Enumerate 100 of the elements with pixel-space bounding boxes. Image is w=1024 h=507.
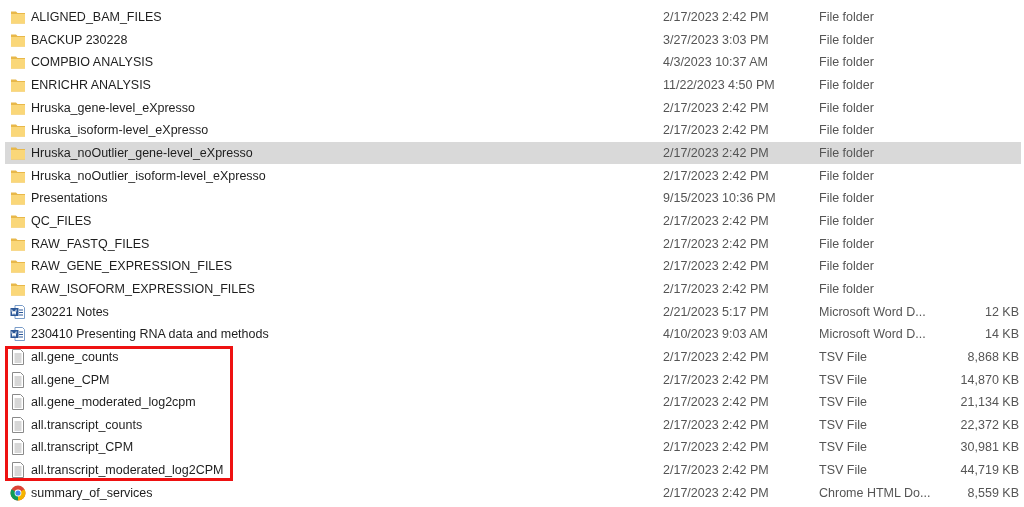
file-type: File folder — [819, 213, 875, 228]
file-type: TSV File — [819, 395, 868, 410]
file-size: 12 KB — [984, 304, 1019, 319]
file-row[interactable]: RAW_FASTQ_FILES 2/17/2023 2:42 PM File folder — [5, 232, 1021, 255]
date-modified: 2/17/2023 2:42 PM — [663, 10, 770, 24]
file-name: BACKUP 230228 — [31, 32, 129, 47]
file-name: Hruska_gene-level_eXpresso — [31, 100, 196, 115]
file-row[interactable]: summary_of_services 2/17/2023 2:42 PM Chrome HTML Do... 8,559 KB — [5, 481, 1021, 505]
text-file-icon — [10, 439, 26, 456]
file-row[interactable]: Hruska_noOutlier_isoform-level_eXpresso 2/17/2023 2:42 PM File folder — [5, 164, 1021, 187]
date-modified: 2/17/2023 2:42 PM — [663, 417, 770, 432]
file-row[interactable]: RAW_ISOFORM_EXPRESSION_FILES 2/17/2023 2:42 PM File folder — [5, 277, 1021, 301]
file-name: Presentations — [31, 191, 109, 206]
file-type: File folder — [819, 55, 875, 70]
file-row[interactable]: BACKUP 230228 3/27/2023 3:03 PM File folder — [5, 28, 1021, 51]
text-file-icon — [10, 462, 26, 479]
file-type: File folder — [819, 32, 875, 47]
file-size: 30,981 KB — [960, 440, 1019, 455]
file-row[interactable]: ALIGNED_BAM_FILES 2/17/2023 2:42 PM File folder — [5, 5, 1021, 29]
date-modified: 3/27/2023 3:03 PM — [663, 32, 770, 47]
date-modified: 2/17/2023 2:42 PM — [663, 395, 770, 410]
text-file-icon — [10, 348, 26, 365]
file-name: all.gene_moderated_log2cpm — [31, 395, 197, 410]
file-row[interactable]: all.transcript_counts 2/17/2023 2:42 PM TSV File 22,372 KB — [5, 413, 1021, 437]
file-name: summary_of_services — [31, 485, 154, 500]
file-name: RAW_ISOFORM_EXPRESSION_FILES — [31, 281, 256, 296]
file-row[interactable]: 230410 Presenting RNA data and methods 4/10/2023 9:03 AM Microsoft Word D... 14 KB — [5, 322, 1021, 346]
file-row[interactable]: 230221 Notes 2/21/2023 5:17 PM Microsoft Word D... 12 KB — [5, 300, 1021, 323]
file-name: all.transcript_CPM — [31, 440, 135, 455]
file-type: File folder — [819, 191, 875, 206]
date-modified: 2/17/2023 2:42 PM — [663, 145, 770, 160]
date-modified: 2/17/2023 2:42 PM — [663, 440, 770, 455]
file-type: Chrome HTML Do... — [819, 485, 932, 500]
file-row[interactable]: RAW_GENE_EXPRESSION_FILES 2/17/2023 2:42 PM File folder — [5, 254, 1021, 278]
chrome-icon — [10, 484, 26, 501]
file-name: all.transcript_counts — [31, 417, 144, 432]
file-type: Microsoft Word D... — [819, 304, 927, 319]
file-name: ALIGNED_BAM_FILES — [31, 10, 163, 24]
file-name: Hruska_isoform-level_eXpresso — [31, 123, 210, 138]
file-row[interactable]: all.transcript_CPM 2/17/2023 2:42 PM TSV File 30,981 KB — [5, 436, 1021, 459]
file-row[interactable]: Hruska_gene-level_eXpresso 2/17/2023 2:42 PM File folder — [5, 96, 1021, 119]
file-name: QC_FILES — [31, 213, 93, 228]
file-type: File folder — [819, 168, 875, 183]
date-modified: 9/15/2023 10:36 PM — [663, 191, 777, 206]
word-document-icon — [10, 303, 26, 320]
date-modified: 2/17/2023 2:42 PM — [663, 100, 770, 115]
file-type: File folder — [819, 145, 875, 160]
file-type: TSV File — [819, 463, 868, 478]
file-name: Hruska_noOutlier_gene-level_eXpresso — [31, 145, 254, 160]
file-type: File folder — [819, 281, 875, 296]
date-modified: 11/22/2023 4:50 PM — [663, 78, 776, 92]
date-modified: 2/17/2023 2:42 PM — [663, 236, 770, 251]
file-type: TSV File — [819, 349, 868, 364]
date-modified: 4/3/2023 10:37 AM — [663, 55, 769, 70]
folder-icon — [10, 9, 26, 25]
text-file-icon — [10, 371, 26, 388]
date-modified: 2/17/2023 2:42 PM — [663, 372, 770, 387]
date-modified: 2/17/2023 2:42 PM — [663, 281, 770, 296]
file-name: 230410 Presenting RNA data and methods — [31, 327, 270, 342]
date-modified: 2/17/2023 2:42 PM — [663, 485, 770, 500]
file-name: all.gene_counts — [31, 349, 120, 364]
file-row[interactable]: ENRICHR ANALYSIS 11/22/2023 4:50 PM File folder — [5, 73, 1021, 97]
file-size: 22,372 KB — [960, 417, 1019, 432]
file-type: File folder — [819, 259, 875, 274]
file-type: Microsoft Word D... — [819, 327, 927, 342]
folder-icon — [10, 122, 26, 139]
file-row[interactable]: COMPBIO ANALYSIS 4/3/2023 10:37 AM File folder — [5, 51, 1021, 74]
date-modified: 2/17/2023 2:42 PM — [663, 123, 770, 138]
file-size: 44,719 KB — [960, 463, 1019, 478]
file-size: 14,870 KB — [960, 372, 1019, 387]
word-document-icon — [10, 326, 26, 343]
file-name: Hruska_noOutlier_isoform-level_eXpresso — [31, 168, 267, 183]
date-modified: 2/17/2023 2:42 PM — [663, 168, 770, 183]
file-type: File folder — [819, 100, 875, 115]
file-size: 21,134 KB — [960, 395, 1019, 410]
file-type: TSV File — [819, 440, 868, 455]
file-type: File folder — [819, 236, 875, 251]
text-file-icon — [10, 394, 26, 411]
file-size: 14 KB — [984, 327, 1019, 342]
file-size: 8,868 KB — [967, 349, 1019, 364]
date-modified: 4/10/2023 9:03 AM — [663, 327, 769, 342]
file-name: ENRICHR ANALYSIS — [31, 78, 152, 92]
file-type: File folder — [819, 123, 875, 138]
file-row[interactable]: all.gene_counts 2/17/2023 2:42 PM TSV File 8,868 KB — [5, 345, 1021, 369]
file-row[interactable]: all.gene_CPM 2/17/2023 2:42 PM TSV File 14,870 KB — [5, 368, 1021, 391]
file-name: COMPBIO ANALYSIS — [31, 55, 155, 70]
file-name: all.gene_CPM — [31, 372, 111, 387]
date-modified: 2/17/2023 2:42 PM — [663, 463, 770, 478]
file-row[interactable]: all.gene_moderated_log2cpm 2/17/2023 2:42 PM TSV File 21,134 KB — [5, 390, 1021, 414]
file-type: File folder — [819, 78, 875, 92]
file-row[interactable]: QC_FILES 2/17/2023 2:42 PM File folder — [5, 209, 1021, 233]
file-size: 8,559 KB — [967, 485, 1019, 500]
text-file-icon — [10, 416, 26, 433]
file-row-selected[interactable]: Hruska_noOutlier_gene-level_eXpresso 2/17/2023 2:42 PM File folder — [5, 141, 1021, 165]
file-name: RAW_FASTQ_FILES — [31, 236, 151, 251]
file-row[interactable]: Presentations 9/15/2023 10:36 PM File folder — [5, 186, 1021, 210]
file-row[interactable]: all.transcript_moderated_log2CPM 2/17/2023 2:42 PM TSV File 44,719 KB — [5, 458, 1021, 482]
file-row[interactable]: Hruska_isoform-level_eXpresso 2/17/2023 2:42 PM File folder — [5, 118, 1021, 142]
folder-icon — [10, 54, 26, 71]
date-modified: 2/17/2023 2:42 PM — [663, 213, 770, 228]
